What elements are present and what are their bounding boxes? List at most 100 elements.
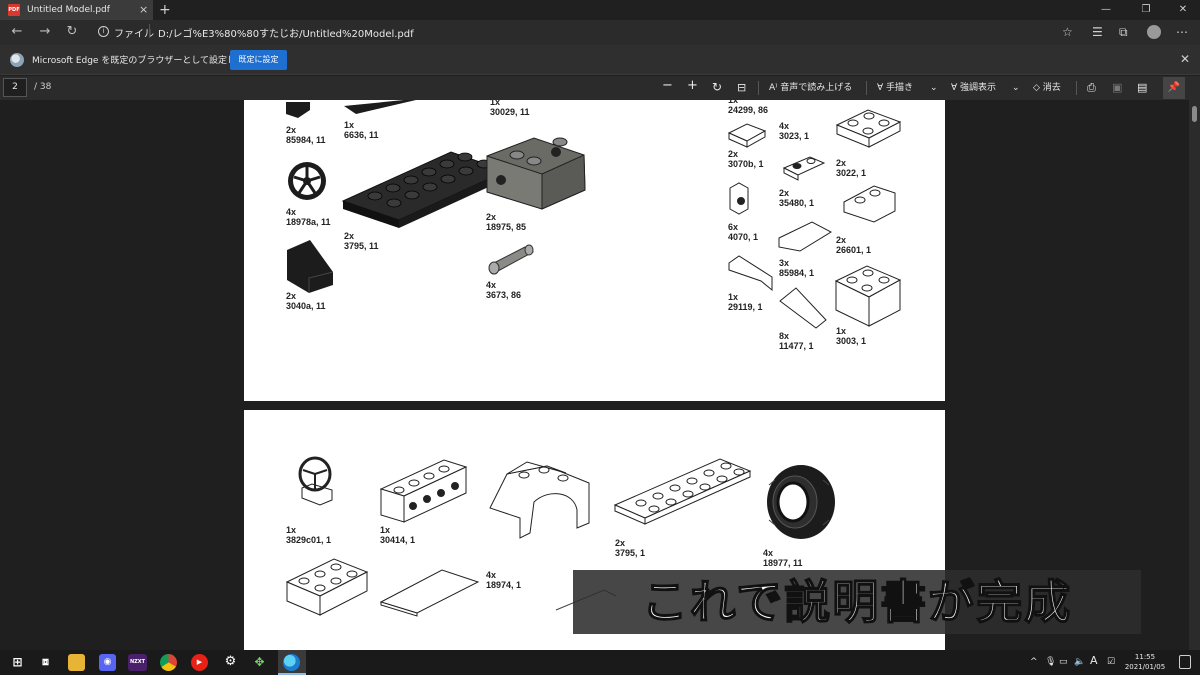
- url-scheme-label: ファイル: [114, 29, 154, 40]
- part-label: 2x 3070b, 1: [728, 149, 764, 169]
- part-bracket-gray: [486, 137, 586, 210]
- erase-button[interactable]: ◇ 消去: [1033, 81, 1061, 95]
- part-brick-2x4-bottom: [285, 558, 369, 616]
- part-label: 4x 18978a, 11: [286, 207, 331, 227]
- part-label: 1x 6636, 11: [344, 120, 379, 140]
- part-label: 8x 11477, 1: [779, 331, 814, 351]
- part-label: 1x 24299, 86: [728, 100, 769, 115]
- info-icon[interactable]: i: [98, 26, 109, 37]
- part-label: 2x 3795, 1: [615, 538, 646, 558]
- part-brick-2x2: [834, 265, 902, 327]
- part-plate-rounded: [782, 156, 826, 181]
- set-default-button[interactable]: 既定に設定: [230, 50, 287, 70]
- network-icon[interactable]: ▭: [1059, 656, 1068, 668]
- more-menu-icon[interactable]: ⋯: [1176, 25, 1188, 39]
- pdf-icon: PDF: [8, 4, 20, 16]
- forward-arrow-icon[interactable]: →: [35, 23, 55, 41]
- favorite-star-icon[interactable]: ☆: [1062, 25, 1073, 39]
- save-as-icon[interactable]: ▤: [1137, 81, 1147, 95]
- eraser-icon: ◇: [1033, 83, 1043, 93]
- highlight-icon: ∀: [951, 83, 961, 93]
- pin-toolbar-icon[interactable]: 📌: [1163, 77, 1185, 99]
- erase-label: 消去: [1042, 83, 1061, 93]
- chrome-icon[interactable]: [160, 654, 177, 671]
- back-arrow-icon[interactable]: ←: [7, 23, 27, 41]
- discord-icon[interactable]: ◉: [99, 654, 116, 671]
- edge-logo-icon: [10, 53, 24, 67]
- highlight-dropdown-icon[interactable]: ⌄: [1012, 81, 1020, 95]
- url-input[interactable]: D:/レゴ%E3%80%80すたじお/Untitled%20Model.pdf: [158, 25, 414, 40]
- clock-date[interactable]: 2021/01/05: [1122, 663, 1168, 671]
- part-label: 2x 26601, 1: [836, 235, 872, 255]
- fit-page-icon[interactable]: ⊟: [737, 81, 746, 95]
- scrollbar-thumb[interactable]: [1192, 106, 1197, 122]
- part-label: 1x 29119, 1: [728, 292, 763, 312]
- tab-close-icon[interactable]: ×: [139, 0, 148, 20]
- pdf-toolbar: 2 / 38 − + ↻ ⊟ A⁾ 音声で読み上げる ∀ 手描き ⌄ ∀ 強調表…: [0, 76, 1200, 100]
- part-label: 6x 4070, 1: [728, 222, 759, 242]
- task-view-icon[interactable]: ⧈: [37, 654, 54, 671]
- refresh-icon[interactable]: ↻: [62, 23, 82, 41]
- new-tab-button[interactable]: +: [159, 0, 171, 20]
- zoom-in-icon[interactable]: +: [687, 79, 698, 93]
- tab-untitled-model[interactable]: PDF Untitled Model.pdf ×: [0, 0, 153, 20]
- part-label: 4x 3673, 86: [486, 280, 522, 300]
- read-aloud-button[interactable]: A⁾ 音声で読み上げる: [769, 81, 852, 95]
- draw-label: 手描き: [886, 83, 914, 93]
- rotate-icon[interactable]: ↻: [712, 80, 722, 94]
- taskbar-edge-active[interactable]: [278, 650, 306, 675]
- collections-icon[interactable]: ⧉: [1119, 25, 1128, 39]
- draw-dropdown-icon[interactable]: ⌄: [930, 81, 938, 95]
- page-total: / 38: [34, 82, 52, 92]
- read-aloud-icon: A⁾: [769, 83, 781, 93]
- ime-indicator[interactable]: A: [1090, 655, 1098, 667]
- part-tile-1x1: [727, 123, 767, 148]
- part-mudguard: [489, 461, 590, 539]
- edge-icon: [283, 654, 300, 671]
- settings-gear-icon[interactable]: ⚙: [222, 654, 239, 671]
- profile-avatar[interactable]: [1147, 25, 1161, 39]
- url-divider: [149, 24, 150, 38]
- read-aloud-label: 音声で読み上げる: [780, 83, 853, 93]
- close-window-button[interactable]: ✕: [1163, 0, 1200, 20]
- volume-icon[interactable]: 🔈: [1074, 656, 1085, 668]
- pdf-viewer[interactable]: 1x 30029, 11 2x 85984, 11 1x 6636, 11 4x…: [0, 100, 1200, 650]
- minimize-button[interactable]: —: [1086, 0, 1126, 20]
- draw-button[interactable]: ∀ 手描き: [877, 81, 913, 95]
- toolbar-divider: [758, 81, 759, 95]
- draw-icon: ∀: [877, 83, 887, 93]
- toolbar-divider: [866, 81, 867, 95]
- part-label: 2x 3022, 1: [836, 158, 867, 178]
- part-wedge-plate: [843, 185, 896, 223]
- youtube-music-icon[interactable]: ▶: [191, 654, 208, 671]
- part-label: 4x 18974, 1: [486, 570, 522, 590]
- vertical-scrollbar[interactable]: [1189, 100, 1200, 650]
- page-number-input[interactable]: 2: [3, 78, 27, 97]
- part-slope45-dark: [287, 240, 334, 293]
- part-brick-headlight: [729, 182, 749, 215]
- part-label: 1x 3003, 1: [836, 326, 867, 346]
- part-slope-dark: [286, 102, 310, 118]
- tray-overflow-icon[interactable]: ^: [1030, 656, 1038, 668]
- clock-time[interactable]: 11:55: [1127, 653, 1163, 661]
- part-plate-2x6: [613, 458, 752, 525]
- file-explorer-icon[interactable]: [68, 654, 85, 671]
- ime-pad-icon[interactable]: ☑: [1107, 656, 1115, 668]
- part-tile-dark: [344, 100, 416, 114]
- infobar-close-icon[interactable]: ✕: [1180, 52, 1190, 66]
- notification-center-icon[interactable]: [1179, 655, 1191, 669]
- windows-logo-icon[interactable]: ⊞: [9, 654, 26, 671]
- zoom-out-icon[interactable]: −: [662, 79, 673, 93]
- part-label: 2x 3795, 11: [344, 231, 379, 251]
- restore-button[interactable]: ❐: [1126, 0, 1166, 20]
- part-label: 3x 85984, 1: [779, 258, 815, 278]
- microphone-icon[interactable]: 🎙: [1045, 656, 1056, 668]
- favorites-list-icon[interactable]: ☰: [1092, 25, 1103, 39]
- nzxt-icon[interactable]: NZXT: [128, 654, 147, 671]
- highlight-button[interactable]: ∀ 強調表示: [951, 81, 996, 95]
- game-icon[interactable]: ✥: [251, 654, 268, 671]
- part-curved-slope: [779, 287, 827, 329]
- video-subtitle: これで説明書が完成: [573, 570, 1141, 634]
- toolbar-divider: [1076, 81, 1077, 95]
- print-icon[interactable]: ⎙: [1087, 81, 1096, 95]
